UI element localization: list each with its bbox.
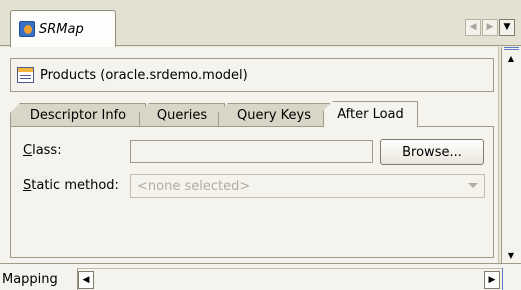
tab-query-keys[interactable]: Query Keys (218, 103, 330, 127)
browse-button[interactable]: Browse... (380, 139, 484, 165)
class-label: Class: (23, 143, 62, 158)
descriptor-header: Products (oracle.srdemo.model) (10, 58, 494, 92)
scroll-right-icon[interactable]: ▶ (484, 271, 500, 289)
vertical-scrollbar[interactable]: ▲ ▼ (501, 47, 521, 263)
chevron-down-icon (468, 183, 478, 188)
tab-mapping[interactable]: Mapping (0, 268, 78, 290)
tab-label: Query Keys (237, 108, 311, 123)
scroll-up-icon[interactable]: ▲ (502, 50, 520, 66)
tab-label: Descriptor Info (29, 108, 127, 123)
after-load-panel: Class: Browse... Static method: <none se… (10, 126, 494, 258)
products-icon (17, 67, 34, 83)
tab-after-load[interactable]: After Load (323, 101, 418, 127)
horizontal-scrollbar[interactable]: ◀ ▶ (78, 268, 502, 290)
tab-list-dropdown-icon[interactable]: ▼ (499, 19, 515, 36)
scroll-down-icon[interactable]: ▼ (502, 247, 520, 263)
tab-queries[interactable]: Queries (139, 103, 225, 127)
descriptor-title: Products (oracle.srdemo.model) (40, 67, 248, 83)
static-method-value: <none selected> (137, 178, 251, 194)
tab-label: Queries (156, 108, 208, 123)
bottom-bar: Mapping ◀ ▶ (0, 263, 521, 290)
scroll-left-icon[interactable]: ◀ (78, 271, 94, 289)
tab-label: After Load (337, 107, 404, 122)
tab-descriptor-info[interactable]: Descriptor Info (10, 103, 146, 127)
static-method-label: Static method: (23, 178, 119, 193)
scrollbar-corner (502, 268, 521, 290)
editor-tab-label: SRMap (39, 21, 84, 37)
editor-tab-srmap[interactable]: SRMap (10, 10, 116, 47)
tab-nav-buttons: ◀ ▶ ▼ (464, 19, 515, 36)
scroll-right-icon[interactable]: ▶ (482, 19, 498, 36)
srmap-icon (19, 21, 35, 37)
class-field[interactable] (130, 140, 373, 163)
static-method-combo: <none selected> (130, 174, 485, 198)
scroll-left-icon[interactable]: ◀ (465, 19, 481, 36)
editor-tab-strip: SRMap ◀ ▶ ▼ (0, 0, 521, 47)
editor-content: Products (oracle.srdemo.model) Descripto… (0, 47, 499, 263)
mapping-tab-label: Mapping (2, 272, 58, 287)
